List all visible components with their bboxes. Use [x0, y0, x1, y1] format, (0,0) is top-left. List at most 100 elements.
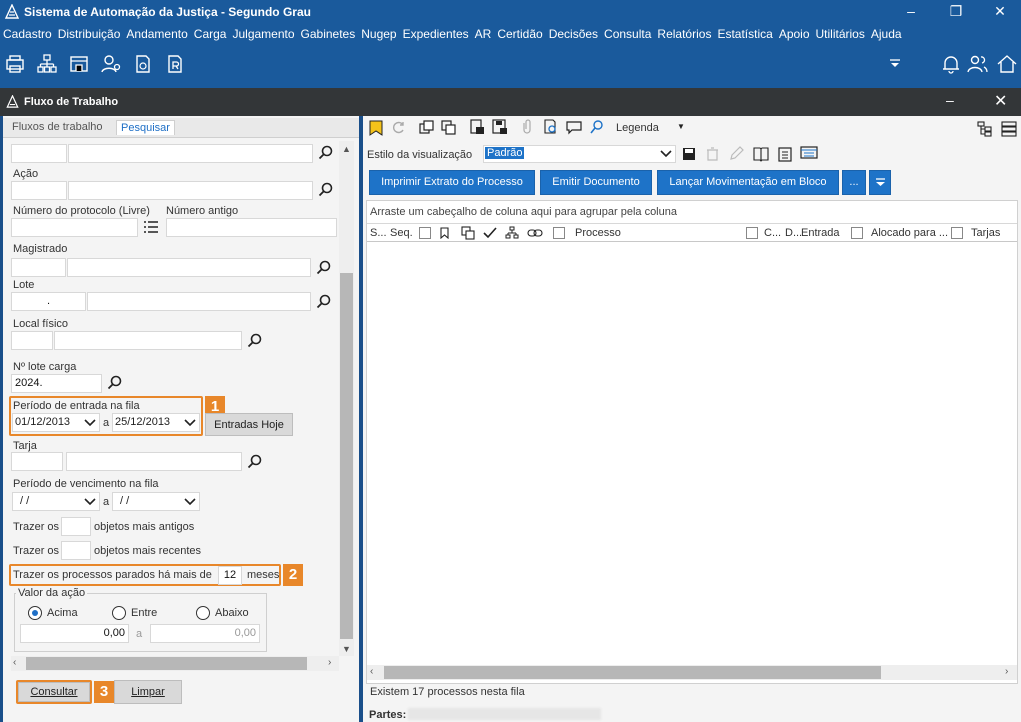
edit-icon[interactable] [729, 146, 744, 161]
bookmark-icon[interactable] [369, 120, 383, 136]
left-vertical-scrollbar[interactable]: ▲ ▼ [339, 141, 354, 656]
scroll-thumb[interactable] [340, 273, 353, 639]
menu-item-certidao[interactable]: Certidão [497, 27, 542, 41]
window-list-icon[interactable] [800, 146, 818, 162]
menu-item-ajuda[interactable]: Ajuda [871, 27, 902, 41]
col-status[interactable]: S... [370, 227, 387, 244]
menu-item-andamento[interactable]: Andamento [126, 27, 187, 41]
parados-months-input[interactable]: 12 [218, 566, 242, 585]
field-1-code[interactable] [11, 144, 67, 163]
document-clock-icon[interactable] [132, 53, 154, 75]
book-icon[interactable] [753, 146, 769, 162]
filter-processo-icon[interactable] [746, 227, 758, 239]
lote-desc-input[interactable] [87, 292, 311, 311]
check-icon[interactable] [483, 227, 497, 239]
col-processo[interactable]: Processo [575, 227, 621, 244]
col-tarjas[interactable]: Tarjas [971, 227, 1000, 244]
grid-scroll-thumb[interactable] [384, 666, 881, 679]
recentes-count-input[interactable] [61, 541, 91, 560]
search-icon[interactable] [316, 294, 332, 310]
menu-item-nugep[interactable]: Nugep [361, 27, 396, 41]
menu-item-ar[interactable]: AR [475, 27, 492, 41]
col-seq[interactable]: Seq. [390, 227, 413, 244]
valor-from-input[interactable]: 0,00 [20, 624, 129, 643]
link-icon[interactable] [527, 227, 543, 239]
estilo-select[interactable]: Padrão [483, 145, 676, 163]
venc-to-select[interactable]: / / [112, 492, 200, 511]
left-horizontal-scrollbar[interactable]: ‹ › [11, 656, 339, 671]
search-user-icon[interactable] [589, 119, 605, 135]
home-icon[interactable] [996, 53, 1018, 75]
save-lock-icon[interactable] [492, 119, 508, 135]
search-icon[interactable] [318, 182, 334, 198]
menu-item-estatistica[interactable]: Estatística [717, 27, 772, 41]
tab-fluxos[interactable]: Fluxos de trabalho [12, 121, 103, 133]
scroll-left-icon[interactable]: ‹ [13, 657, 16, 668]
close-button[interactable]: ✕ [978, 0, 1021, 24]
col-d[interactable]: D... [785, 227, 802, 244]
magistrado-code-input[interactable] [11, 258, 66, 277]
attach-icon[interactable] [520, 119, 534, 135]
actions-dropdown-button[interactable] [869, 170, 891, 195]
users-icon[interactable] [967, 53, 989, 75]
bell-icon[interactable] [940, 53, 962, 75]
tarja-desc-input[interactable] [66, 452, 242, 471]
date-from-select[interactable]: 01/12/2013 [12, 413, 100, 432]
comment-icon[interactable] [566, 120, 582, 135]
filter-link-icon[interactable] [553, 227, 565, 239]
org-chart-icon[interactable] [36, 53, 58, 75]
dropdown-arrow-icon[interactable] [889, 59, 901, 69]
tarja-code-input[interactable] [11, 452, 63, 471]
refresh-icon[interactable] [391, 120, 406, 135]
org-chart-icon[interactable] [505, 226, 519, 240]
lock-document-icon[interactable] [469, 119, 485, 135]
local-fisico-desc-input[interactable] [54, 331, 242, 350]
acao-desc-input[interactable] [68, 181, 313, 200]
menu-item-gabinetes[interactable]: Gabinetes [301, 27, 356, 41]
menu-item-carga[interactable]: Carga [194, 27, 227, 41]
more-actions-button[interactable]: ... [842, 170, 866, 195]
local-fisico-code-input[interactable] [11, 331, 53, 350]
list-icon[interactable] [144, 221, 158, 233]
valor-to-input[interactable]: 0,00 [150, 624, 260, 643]
search-icon[interactable] [316, 260, 332, 276]
panel-close-button[interactable]: ✕ [994, 91, 1007, 111]
printer-icon[interactable] [4, 53, 26, 75]
list-view-icon[interactable] [1001, 121, 1017, 137]
tab-pesquisar[interactable]: Pesquisar [116, 120, 175, 135]
date-to-select[interactable]: 25/12/2013 [112, 413, 200, 432]
col-entrada[interactable]: Entrada [801, 227, 840, 244]
scroll-right-icon[interactable]: › [328, 657, 331, 668]
search-icon[interactable] [107, 375, 123, 391]
document-r-icon[interactable] [164, 53, 186, 75]
venc-from-select[interactable]: / / [12, 492, 100, 511]
copy-check-icon[interactable] [419, 120, 434, 135]
acao-code-input[interactable] [11, 181, 67, 200]
search-icon[interactable] [318, 145, 334, 161]
lote-carga-input[interactable]: 2024. [11, 374, 102, 393]
restore-button[interactable]: ❐ [934, 0, 978, 24]
antigos-count-input[interactable] [61, 517, 91, 536]
consultar-button[interactable]: Consultar [18, 682, 90, 702]
entradas-hoje-button[interactable]: Entradas Hoje [205, 413, 293, 436]
legenda-label[interactable]: Legenda [616, 122, 659, 134]
protocolo-input[interactable] [11, 218, 138, 237]
scroll-left-icon[interactable]: ‹ [370, 666, 373, 677]
menu-item-expedientes[interactable]: Expedientes [403, 27, 469, 41]
panel-minimize-button[interactable]: – [946, 92, 954, 108]
scroll-up-icon[interactable]: ▲ [342, 144, 351, 154]
clipboard-icon[interactable] [778, 146, 792, 162]
menu-item-apoio[interactable]: Apoio [779, 27, 810, 41]
menu-item-distribuicao[interactable]: Distribuição [58, 27, 121, 41]
menu-item-cadastro[interactable]: Cadastro [3, 27, 52, 41]
field-1-desc[interactable] [68, 144, 313, 163]
col-alocado[interactable]: Alocado para ... [871, 227, 948, 244]
menu-item-julgamento[interactable]: Julgamento [232, 27, 294, 41]
lote-input[interactable]: . [11, 292, 86, 311]
menu-item-consulta[interactable]: Consulta [604, 27, 651, 41]
menu-item-utilitarios[interactable]: Utilitários [816, 27, 865, 41]
scroll-right-icon[interactable]: › [1005, 666, 1008, 677]
tree-icon[interactable] [977, 121, 993, 137]
filter-seq-icon[interactable] [419, 227, 431, 239]
user-key-icon[interactable] [100, 53, 122, 75]
